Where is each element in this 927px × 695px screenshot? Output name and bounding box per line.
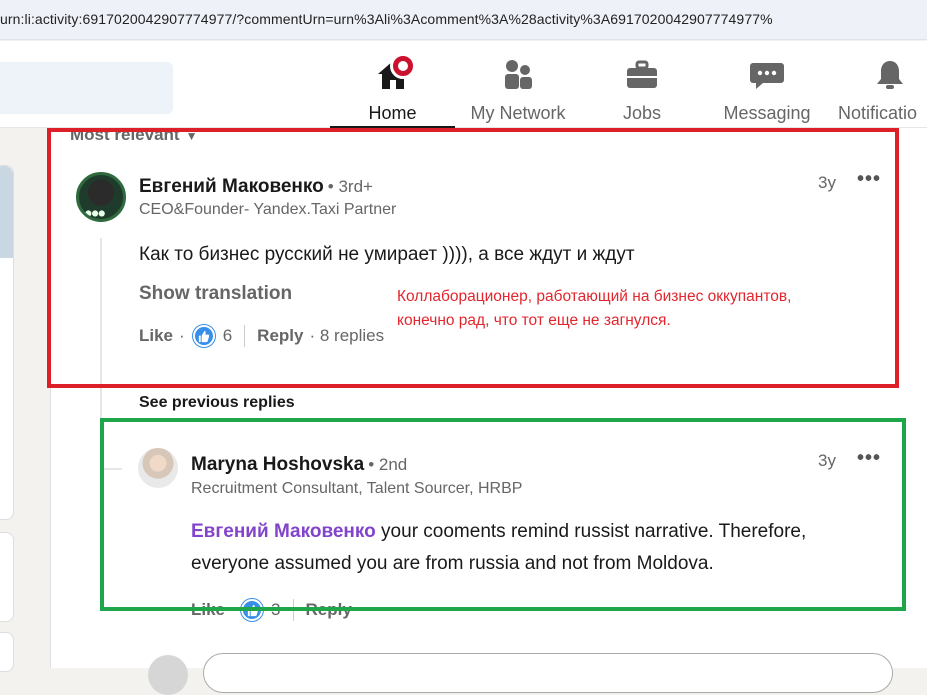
- briefcase-icon: [624, 57, 660, 93]
- nav-notifications[interactable]: Notificatio: [838, 51, 927, 128]
- highlight-box-red: [47, 128, 899, 388]
- left-rail-card: [0, 632, 14, 672]
- nav-label: Notificatio: [838, 103, 918, 123]
- see-previous-replies-button[interactable]: See previous replies: [139, 394, 295, 412]
- search-input[interactable]: [0, 62, 173, 114]
- nav-label: Jobs: [622, 103, 662, 123]
- add-reply-input[interactable]: [203, 653, 893, 693]
- browser-url-bar[interactable]: urn:li:activity:6917020042907774977/?com…: [0, 0, 927, 40]
- chat-icon: [749, 57, 785, 93]
- left-rail-card: [0, 532, 14, 622]
- nav-label: Home: [368, 103, 417, 123]
- nav-label: My Network: [470, 103, 566, 123]
- people-icon: [500, 57, 536, 93]
- nav-label: Messaging: [723, 103, 811, 123]
- nav-messaging[interactable]: Messaging: [715, 51, 819, 128]
- url-text[interactable]: urn:li:activity:6917020042907774977/?com…: [0, 11, 773, 27]
- avatar: [148, 655, 188, 695]
- notification-dot: [390, 53, 416, 79]
- top-nav: Home My Network Jobs Messaging Notificat…: [0, 41, 927, 128]
- nav-my-network[interactable]: My Network: [458, 51, 578, 128]
- nav-jobs[interactable]: Jobs: [600, 51, 684, 128]
- bell-icon: [872, 57, 908, 93]
- highlight-box-green: [100, 418, 906, 611]
- left-rail-profile-card: [0, 165, 14, 520]
